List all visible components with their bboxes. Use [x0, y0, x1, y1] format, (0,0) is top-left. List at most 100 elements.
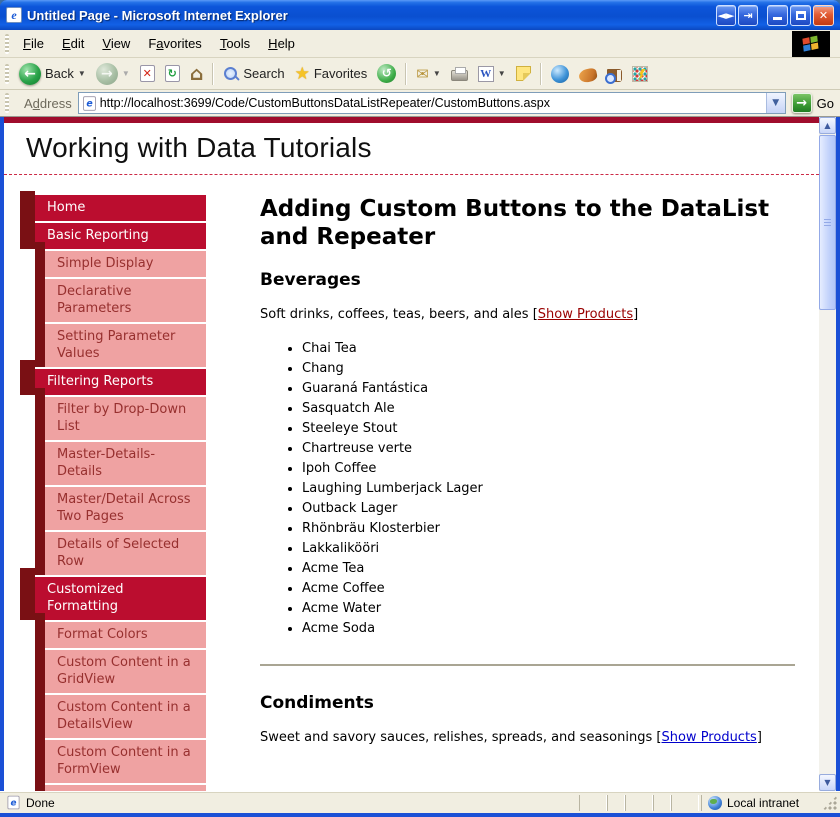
status-text: Done — [26, 796, 55, 810]
scroll-up-button[interactable]: ▲ — [819, 117, 836, 134]
product-item: Acme Coffee — [302, 579, 795, 599]
sidebar-item[interactable]: Setting Parameter Values — [45, 324, 206, 367]
forward-dropdown-caret[interactable]: ▼ — [122, 69, 130, 78]
menu-favorites[interactable]: Favorites — [139, 31, 210, 56]
window-bottom-border — [0, 813, 840, 817]
title-bar: e Untitled Page - Microsoft Internet Exp… — [0, 0, 840, 30]
research-button[interactable] — [602, 63, 627, 85]
sidebar-item[interactable]: Customized Formatting — [35, 577, 206, 620]
favorites-button[interactable]: ★ Favorites — [290, 61, 373, 87]
content-row: Home Basic Reporting Simple Display Decl… — [4, 175, 819, 791]
menu-file[interactable]: File — [14, 31, 53, 56]
menu-grip[interactable] — [5, 34, 9, 54]
sidebar-item-label[interactable]: Filter by Drop-Down List — [45, 397, 206, 440]
back-dropdown-caret[interactable]: ▼ — [78, 69, 86, 78]
sidebar-item[interactable]: Filter by Drop-Down List — [45, 397, 206, 440]
messenger-button[interactable] — [546, 62, 574, 86]
vertical-scrollbar[interactable]: ▲ ▼ — [819, 117, 836, 791]
product-item: Lakkalikööri — [302, 539, 795, 559]
sidebar-item-label[interactable]: Master-Details-Details — [45, 442, 206, 485]
disconnect-button[interactable]: ⇥ — [738, 5, 758, 26]
sidebar-item[interactable]: Custom Content in a GridView — [45, 650, 206, 693]
menu-view[interactable]: View — [93, 31, 139, 56]
fox-tool-button[interactable] — [574, 63, 602, 85]
sidebar-item[interactable]: Format Colors — [45, 622, 206, 648]
nav-accent-block — [35, 776, 45, 791]
mail-dropdown-caret[interactable]: ▼ — [433, 69, 441, 78]
sidebar-item-label[interactable]: Details of Selected Row — [45, 532, 206, 575]
sidebar-item-label[interactable]: Format Colors — [45, 622, 206, 648]
sidebar-item[interactable]: Master/Detail Across Two Pages — [45, 487, 206, 530]
back-button[interactable]: ← Back ▼ — [14, 60, 91, 88]
menu-tools[interactable]: Tools — [211, 31, 259, 56]
sidebar-item[interactable]: Custom Content in a FormView — [45, 740, 206, 783]
edit-with-word-button[interactable]: W ▼ — [473, 63, 511, 85]
sidebar-item-label[interactable]: Setting Parameter Values — [45, 324, 206, 367]
sidebar-item-label[interactable]: Simple Display — [45, 251, 206, 277]
browser-window: e Untitled Page - Microsoft Internet Exp… — [0, 0, 840, 817]
scrollbar-track[interactable] — [819, 134, 836, 774]
highlight-tool-button[interactable] — [627, 63, 653, 85]
sidebar-item[interactable]: Simple Display — [45, 251, 206, 277]
restore-arrows-button[interactable]: ◄► — [716, 5, 736, 26]
forward-button[interactable]: → ▼ — [91, 60, 135, 88]
sidebar-item-label[interactable]: Declarative Parameters — [45, 279, 206, 322]
site-title: Working with Data Tutorials — [26, 132, 819, 164]
status-pane — [625, 795, 653, 811]
product-item: Guaraná Fantástica — [302, 379, 795, 399]
search-button[interactable]: Search — [218, 63, 289, 85]
sidebar-item[interactable]: Summary Data in Footer — [45, 785, 206, 791]
home-button[interactable]: ⌂ — [185, 61, 209, 87]
scroll-down-button[interactable]: ▼ — [819, 774, 836, 791]
show-products-link-beverages[interactable]: Show Products — [538, 307, 633, 322]
toolbar-grip[interactable] — [5, 64, 9, 84]
sidebar-item[interactable]: Home — [35, 195, 206, 221]
stop-button[interactable]: ✕ — [135, 62, 160, 85]
show-products-link-condiments[interactable]: Show Products — [661, 730, 756, 745]
notes-button[interactable] — [511, 63, 536, 84]
sidebar-item[interactable]: Declarative Parameters — [45, 279, 206, 322]
sidebar-item-label[interactable]: Custom Content in a FormView — [45, 740, 206, 783]
mail-icon: ✉ — [416, 65, 429, 83]
sidebar-item[interactable]: Custom Content in a DetailsView — [45, 695, 206, 738]
sidebar-item[interactable]: Details of Selected Row — [45, 532, 206, 575]
history-button[interactable]: ↺ — [372, 61, 401, 86]
sidebar-item-label[interactable]: Custom Content in a DetailsView — [45, 695, 206, 738]
sidebar-item-label[interactable]: Custom Content in a GridView — [45, 650, 206, 693]
minimize-button[interactable] — [767, 5, 788, 26]
site-header: Working with Data Tutorials — [4, 123, 819, 175]
sidebar-item-label[interactable]: Master/Detail Across Two Pages — [45, 487, 206, 530]
close-button[interactable]: ✕ — [813, 5, 834, 26]
nav-accent-block — [35, 523, 45, 575]
sidebar-item-label[interactable]: Customized Formatting — [35, 577, 206, 620]
history-icon: ↺ — [377, 64, 396, 83]
product-item: Acme Water — [302, 599, 795, 619]
sidebar-item-label[interactable]: Basic Reporting — [35, 223, 206, 249]
product-item: Chartreuse verte — [302, 439, 795, 459]
sidebar-item-label[interactable]: Home — [35, 195, 206, 221]
address-input[interactable]: e http://localhost:3699/Code/CustomButto… — [78, 92, 786, 114]
sidebar-item[interactable]: Filtering Reports — [35, 369, 206, 395]
url-text[interactable]: http://localhost:3699/Code/CustomButtons… — [100, 96, 766, 110]
product-item: Chang — [302, 359, 795, 379]
scrollbar-thumb[interactable] — [819, 135, 836, 310]
sidebar-item[interactable]: Basic Reporting — [35, 223, 206, 249]
refresh-button[interactable]: ↻ — [160, 62, 185, 85]
print-button[interactable] — [446, 63, 473, 84]
search-icon — [223, 66, 239, 82]
nav-accent-block — [35, 315, 45, 367]
nav-accent-block — [20, 568, 35, 620]
window-resize-grip[interactable] — [823, 796, 837, 810]
word-dropdown-caret[interactable]: ▼ — [498, 69, 506, 78]
maximize-button[interactable] — [790, 5, 811, 26]
product-item: Acme Tea — [302, 559, 795, 579]
menu-help[interactable]: Help — [259, 31, 304, 56]
menu-edit[interactable]: Edit — [53, 31, 93, 56]
address-grip[interactable] — [5, 93, 9, 113]
sidebar-item[interactable]: Master-Details-Details — [45, 442, 206, 485]
go-button[interactable]: → Go — [792, 93, 834, 113]
mail-button[interactable]: ✉ ▼ — [411, 62, 446, 86]
sidebar-item-label[interactable]: Filtering Reports — [35, 369, 206, 395]
sidebar-item-label[interactable]: Summary Data in Footer — [45, 785, 206, 791]
address-dropdown-button[interactable]: ▼ — [766, 93, 785, 113]
